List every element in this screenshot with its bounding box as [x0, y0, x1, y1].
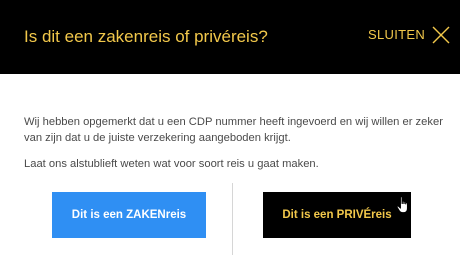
- close-button[interactable]: SLUITEN: [368, 23, 451, 47]
- business-trip-button[interactable]: Dit is een ZAKENreis: [52, 192, 206, 238]
- trip-type-dialog: Is dit een zakenreis of privéreis? SLUIT…: [0, 0, 460, 264]
- dialog-title: Is dit een zakenreis of privéreis?: [24, 27, 268, 46]
- trip-type-question: Laat ons alstublieft weten wat voor soor…: [24, 158, 319, 170]
- private-trip-button[interactable]: Dit is een PRIVÉreis: [263, 192, 411, 238]
- dialog-header: Is dit een zakenreis of privéreis? SLUIT…: [0, 0, 460, 74]
- cdp-notice-text: Wij hebben opgemerkt dat u een CDP numme…: [24, 116, 443, 144]
- close-icon: [432, 26, 450, 44]
- button-divider: [232, 183, 233, 255]
- close-label: SLUITEN: [368, 27, 426, 42]
